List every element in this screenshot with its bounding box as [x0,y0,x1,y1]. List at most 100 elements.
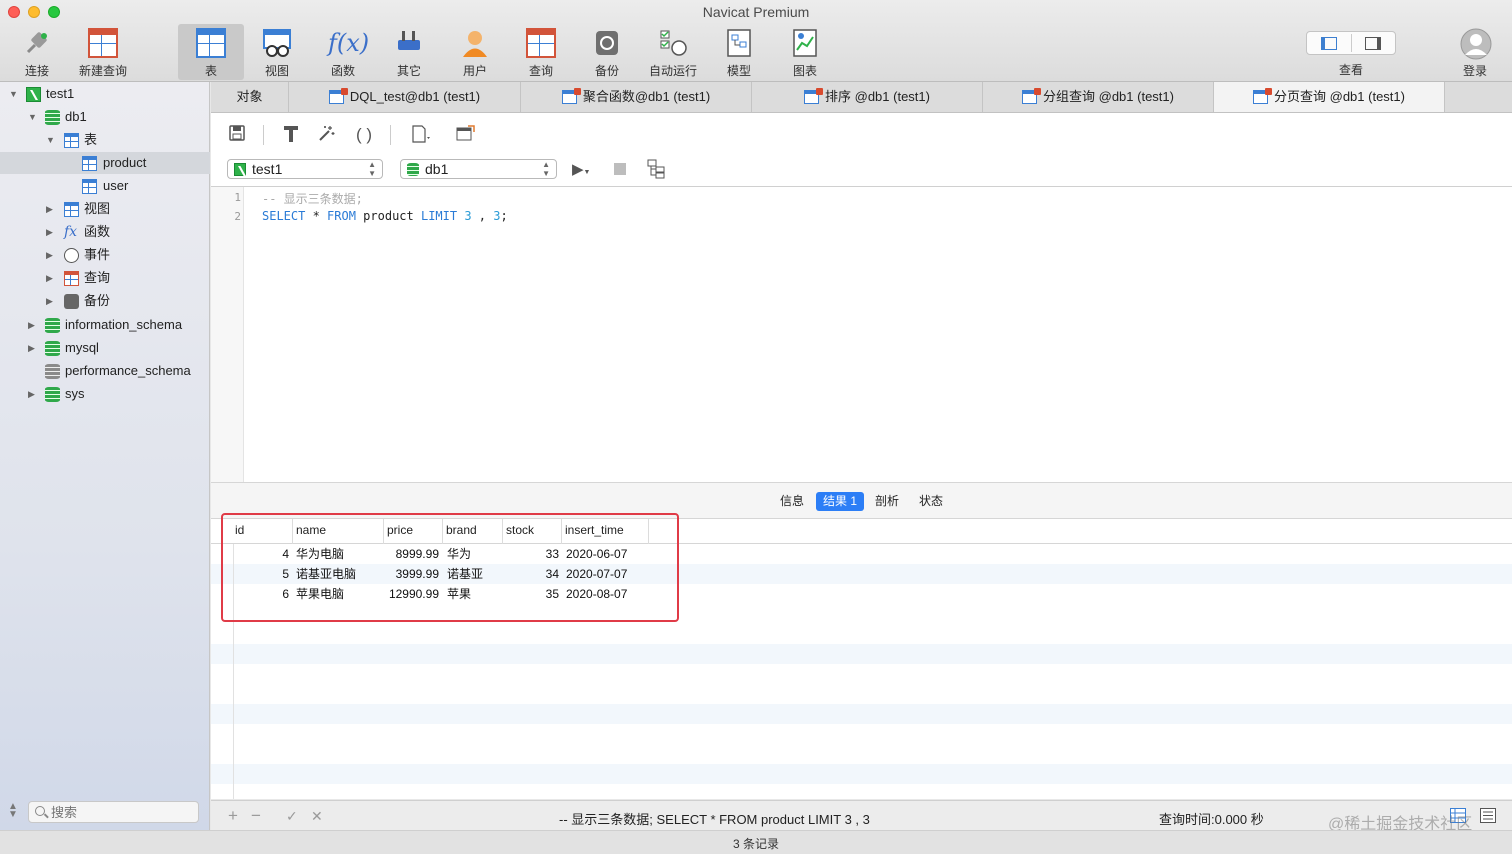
disclosure-closed-icon[interactable]: ▶ [46,244,53,266]
query-icon [1022,87,1042,104]
tab-pagination[interactable]: 分页查询 @db1 (test1) [1214,82,1445,112]
delete-record-button[interactable]: − [251,807,261,825]
tree-database-information-schema[interactable]: ▶ information_schema [0,314,210,336]
toolbar-user-button[interactable]: 用户 [442,24,508,80]
explain-icon[interactable] [647,159,667,182]
query-icon [561,87,581,104]
code-snippet-icon[interactable] [411,125,433,148]
run-button[interactable]: ▶▼ [572,160,590,178]
tab-sort[interactable]: 排序 @db1 (test1) [752,82,983,112]
export-result-icon[interactable] [456,125,476,148]
tree-connection-test1[interactable]: ▼ test1 [0,83,210,105]
sidebar-left-icon[interactable] [1321,37,1337,50]
toolbar-view-button[interactable]: 视图 [244,24,310,80]
database-icon [45,110,60,125]
discard-changes-button[interactable]: ✕ [311,807,323,825]
toolbar-other-button[interactable]: 其它 [376,24,442,80]
toolbar-backup-button[interactable]: 备份 [574,24,640,80]
disclosure-open-icon[interactable]: ▼ [28,106,37,128]
toolbar-query-button[interactable]: 查询 [508,24,574,80]
backup-icon [64,294,79,309]
toolbar-function-button[interactable]: f(x) 函数 [310,24,376,80]
tree-tables-folder[interactable]: ▼ 表 [0,129,210,151]
disclosure-closed-icon[interactable]: ▶ [46,221,53,243]
format-icon[interactable] [283,125,299,148]
database-icon [45,387,60,402]
tab-aggregate[interactable]: 聚合函数@db1 (test1) [521,82,752,112]
tab-result-1[interactable]: 结果 1 [816,492,865,511]
clock-icon [64,248,79,263]
disclosure-open-icon[interactable]: ▼ [46,129,55,151]
editor-divider [211,186,1512,187]
tree-table-user[interactable]: user [0,175,210,197]
tab-dql-test[interactable]: DQL_test@db1 (test1) [289,82,521,112]
select-updown-icon: ▲ ▼ [542,160,550,178]
sidebar-right-icon[interactable] [1365,37,1381,50]
login-button[interactable]: 登录 [1442,24,1508,80]
sort-updown-icon[interactable]: ▲ ▼ [8,802,18,820]
line-number-gutter: 1 2 [211,187,244,482]
tab-objects[interactable]: 对象 [211,82,289,112]
view-toggle[interactable] [1306,31,1396,55]
function-icon: fx [64,224,78,240]
sql-comment-line[interactable]: -- 显示三条数据; [262,190,363,207]
annotation-highlight-box [221,513,679,622]
tree-table-product[interactable]: product [0,152,210,174]
tree-queries-folder[interactable]: ▶ 查询 [0,267,210,289]
table-icon [196,28,226,58]
sql-statement-line[interactable]: SELECT * FROM product LIMIT 3 , 3; [262,209,508,223]
toolbar-connect-button[interactable]: 连接 [4,24,70,80]
table-icon [82,179,97,194]
apply-changes-button[interactable]: ✓ [286,807,298,825]
table-icon [82,156,97,171]
tab-info[interactable]: 信息 [773,492,811,511]
tree-database-mysql[interactable]: ▶ mysql [0,337,210,359]
toolbar-chart-button[interactable]: 图表 [772,24,838,80]
schedule-icon [658,28,688,58]
save-icon[interactable] [229,125,245,146]
sidebar-search[interactable] [28,801,199,823]
toolbar-table-button[interactable]: 表 [178,24,244,80]
search-icon [35,806,45,816]
disclosure-open-icon[interactable]: ▼ [9,83,18,105]
disclosure-closed-icon[interactable]: ▶ [46,290,53,312]
connection-select[interactable]: test1 ▲ ▼ [227,159,383,179]
toolbar-new-query-button[interactable]: 新建查询 [70,24,136,80]
database-select[interactable]: db1 ▲ ▼ [400,159,557,179]
tools-icon [394,28,424,58]
tab-status[interactable]: 状态 [912,492,950,511]
disclosure-closed-icon[interactable]: ▶ [46,198,53,220]
magic-wand-icon[interactable] [317,125,335,148]
tree-database-db1[interactable]: ▼ db1 [0,106,210,128]
disclosure-closed-icon[interactable]: ▶ [28,314,35,336]
query-icon [1253,87,1273,104]
table-icon [64,133,79,148]
parentheses-icon[interactable]: ( ) [356,125,372,145]
query-icon [328,87,348,104]
tree-database-performance-schema[interactable]: performance_schema [0,360,210,382]
tree-events-folder[interactable]: ▶ 事件 [0,244,210,266]
disclosure-closed-icon[interactable]: ▶ [28,383,35,405]
tree-database-sys[interactable]: ▶ sys [0,383,210,405]
tab-group[interactable]: 分组查询 @db1 (test1) [983,82,1214,112]
user-icon [460,28,490,58]
toolbar-model-button[interactable]: 模型 [706,24,772,80]
record-count: 3 条记录 [732,837,779,851]
navigation-sidebar: ▼ test1 ▼ db1 ▼ 表 product user ▶ 视图 ▶ fx… [0,82,210,854]
tab-profile[interactable]: 剖析 [868,492,906,511]
add-record-button[interactable]: + [228,807,238,825]
search-input[interactable] [51,804,191,820]
form-view-icon[interactable] [1480,808,1496,826]
disclosure-closed-icon[interactable]: ▶ [28,337,35,359]
query-icon [804,87,824,104]
toolbar: Navicat Premium 连接 新建查询 表 视图 f(x) 函数 其它 … [0,0,1512,82]
stop-button[interactable] [614,163,626,175]
empty-row [211,764,1512,784]
tree-views-folder[interactable]: ▶ 视图 [0,198,210,220]
avatar-icon [1460,28,1492,60]
model-icon [724,28,754,58]
toolbar-schedule-button[interactable]: 自动运行 [640,24,706,80]
disclosure-closed-icon[interactable]: ▶ [46,267,53,289]
tree-backups-folder[interactable]: ▶ 备份 [0,290,210,312]
tree-functions-folder[interactable]: ▶ fx 函数 [0,221,210,243]
